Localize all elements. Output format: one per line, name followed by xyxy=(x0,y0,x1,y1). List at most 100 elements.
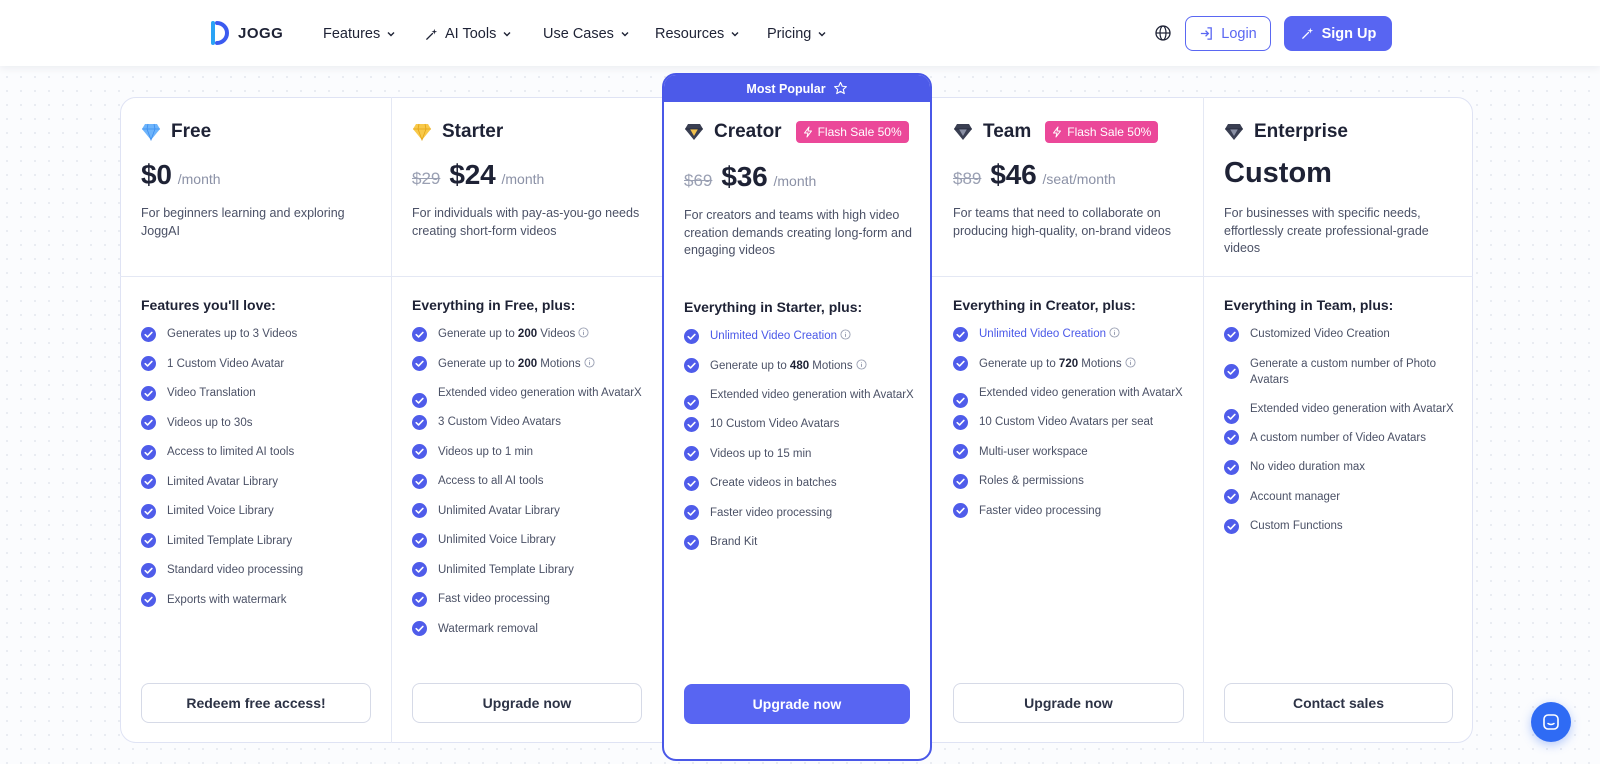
contact-sales-button[interactable]: Contact sales xyxy=(1224,683,1453,723)
login-icon xyxy=(1201,27,1213,40)
feature-quantity: 480 xyxy=(789,359,810,372)
signup-button[interactable]: Sign Up xyxy=(1284,16,1392,51)
upgrade-creator-button[interactable]: Upgrade now xyxy=(684,684,910,724)
price-period: /month xyxy=(177,171,221,187)
chevron-down-icon xyxy=(503,32,511,37)
price: $36 xyxy=(721,161,768,192)
feature-text: Generate up to 720 Motions xyxy=(979,356,1136,370)
nav-features[interactable]: Features xyxy=(323,23,396,45)
info-icon[interactable] xyxy=(856,358,867,370)
feature-item: Customized Video Creation xyxy=(1224,326,1454,342)
flash-sale-badge: Flash Sale 50% xyxy=(1045,121,1159,143)
feature-item: Video Translation xyxy=(141,385,371,401)
most-popular-banner: Most Popular xyxy=(664,75,930,102)
price-row: $29 $24 /month xyxy=(412,159,544,191)
feature-text: Roles & permissions xyxy=(979,475,1084,487)
login-label: Login xyxy=(1221,25,1257,42)
check-circle-icon xyxy=(684,475,699,491)
check-circle-icon xyxy=(1224,489,1239,504)
check-circle-icon xyxy=(684,446,699,461)
plan-header: Starter xyxy=(412,121,503,143)
feature-text: Limited Template Library xyxy=(167,534,293,547)
nav-ai-tools[interactable]: AI Tools xyxy=(424,23,512,45)
check-circle-icon xyxy=(953,503,968,518)
check-circle-icon xyxy=(953,356,968,371)
feature-text: Extended video generation with AvatarX xyxy=(1250,402,1454,415)
nav-resources-label: Resources xyxy=(655,26,725,42)
plan-description: For creators and teams with high video c… xyxy=(684,208,912,257)
feature-text: Account manager xyxy=(1250,490,1341,503)
feature-item: Unlimited Voice Library xyxy=(412,532,642,548)
check-circle-icon xyxy=(141,356,156,371)
nav-use-cases[interactable]: Use Cases xyxy=(543,23,630,45)
feature-item: Generate a custom number of Photo Avatar… xyxy=(1224,356,1454,388)
globe-icon[interactable] xyxy=(1154,24,1172,42)
check-circle-icon xyxy=(953,393,968,408)
chat-support-button[interactable] xyxy=(1531,702,1571,742)
lightning-icon xyxy=(1053,126,1062,138)
flash-sale-label: Flash Sale 50% xyxy=(817,125,902,139)
feature-item: Videos up to 15 min xyxy=(684,446,914,462)
feature-item: Faster video processing xyxy=(953,503,1183,519)
check-circle-icon xyxy=(953,414,968,430)
check-circle-icon xyxy=(1224,408,1239,424)
feature-text: Access to all AI tools xyxy=(438,475,544,487)
feature-text: Create videos in batches xyxy=(710,477,837,489)
info-icon[interactable] xyxy=(840,329,851,340)
plan-header: Free xyxy=(141,121,211,143)
info-icon[interactable] xyxy=(578,327,589,338)
login-button[interactable]: Login xyxy=(1185,16,1271,51)
feature-text: Extended video generation with AvatarX xyxy=(979,387,1183,399)
feature-text: Watermark removal xyxy=(438,622,538,635)
feature-item: Watermark removal xyxy=(412,621,642,637)
feature-text: Faster video processing xyxy=(979,504,1102,517)
check-circle-icon xyxy=(141,385,156,401)
upgrade-starter-button[interactable]: Upgrade now xyxy=(412,683,642,723)
feature-text: Generate a custom number of Photo Avatar… xyxy=(1250,357,1437,386)
info-icon[interactable] xyxy=(584,356,595,368)
check-circle-icon xyxy=(684,416,699,432)
plan-header: Creator Flash Sale 50% xyxy=(684,121,909,143)
feature-list: Customized Video Creation Generate a cust… xyxy=(1224,326,1454,548)
features-title: Features you'll love: xyxy=(141,297,276,313)
plan-name: Creator xyxy=(714,121,782,142)
feature-text: Exports with watermark xyxy=(167,593,287,606)
feature-text: Videos up to 15 min xyxy=(710,447,812,460)
redeem-free-button[interactable]: Redeem free access! xyxy=(141,683,371,723)
feature-item: Extended video generation with AvatarX xyxy=(1224,401,1454,424)
feature-item: Unlimited Avatar Library xyxy=(412,503,642,519)
features-title: Everything in Free, plus: xyxy=(412,297,576,313)
feature-text: Limited Voice Library xyxy=(167,505,274,517)
check-circle-icon xyxy=(412,503,427,518)
check-circle-icon xyxy=(412,393,427,408)
feature-text: Videos up to 1 min xyxy=(438,445,534,458)
feature-text: Generate up to 480 Motions xyxy=(710,358,867,372)
info-icon[interactable] xyxy=(1109,327,1120,338)
check-circle-icon xyxy=(412,356,427,371)
check-circle-icon xyxy=(412,326,427,342)
plan-header: Team Flash Sale 50% xyxy=(953,121,1159,143)
feature-text: 10 Custom Video Avatars per seat xyxy=(979,416,1154,428)
diamond-blue-icon xyxy=(142,123,160,141)
jogg-logo[interactable]: JOGG xyxy=(207,20,283,46)
original-price: $89 xyxy=(953,169,982,188)
nav-resources[interactable]: Resources xyxy=(655,23,740,45)
feature-text: Generates up to 3 Videos xyxy=(167,328,298,340)
upgrade-team-button[interactable]: Upgrade now xyxy=(953,683,1184,723)
price-row: $89 $46 /seat/month xyxy=(953,159,1116,191)
price-period: /month xyxy=(501,171,545,187)
original-price: $29 xyxy=(412,169,441,188)
feature-text: Fast video processing xyxy=(438,593,550,605)
feature-list: Unlimited Video Creation Generate up to 7… xyxy=(953,326,1183,532)
plan-name: Team xyxy=(983,121,1032,142)
feature-text: Unlimited Video Creation xyxy=(979,327,1120,340)
nav-use-cases-label: Use Cases xyxy=(543,26,614,42)
plan-name: Free xyxy=(171,121,212,142)
feature-item: Fast video processing xyxy=(412,591,642,607)
info-icon[interactable] xyxy=(1125,356,1136,368)
feature-item: Extended video generation with AvatarX xyxy=(412,385,642,408)
price-period: /month xyxy=(773,173,817,189)
feature-item: Access to limited AI tools xyxy=(141,444,371,460)
plan-description: For individuals with pay-as-you-go needs… xyxy=(412,206,640,238)
nav-pricing[interactable]: Pricing xyxy=(767,23,827,45)
